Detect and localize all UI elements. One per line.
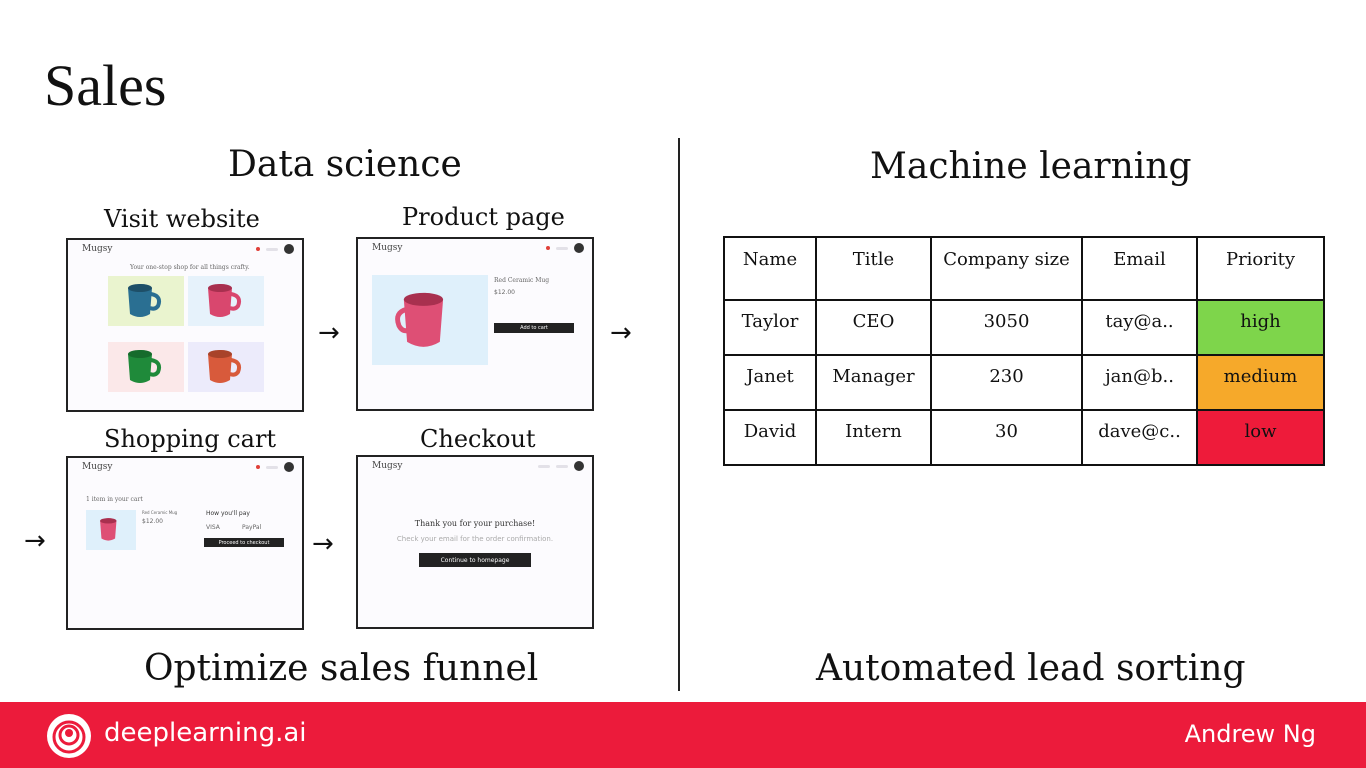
cart-item-name: Red Ceramic Mug [142,510,178,515]
mockup-nav [256,244,294,254]
product-image [372,275,488,365]
header-company-size: Company size [930,236,1083,301]
pay-option-paypal[interactable]: PayPal [242,524,261,531]
mockup-nav [256,462,294,472]
add-to-cart-button[interactable]: Add to cart [494,323,574,333]
product-name: Red Ceramic Mug [494,277,550,284]
continue-to-homepage-button[interactable]: Continue to homepage [419,553,531,567]
cell-email: tay@a.. [1081,299,1198,356]
cell-priority-medium: medium [1196,354,1325,411]
lead-table: Name Title Company size Email Priority T… [723,236,1325,466]
avatar-icon [284,244,294,254]
avatar-icon [284,462,294,472]
pink-mug-icon [100,518,117,541]
cell-company-size: 30 [930,409,1083,466]
cart-heading: 1 item in your cart [86,496,143,503]
product-tile [108,342,184,392]
pay-heading: How you'll pay [206,510,250,517]
product-page-screenshot: Mugsy Red Ceramic Mug $12.00 Add to cart [356,237,594,411]
green-mug-icon [128,350,162,383]
product-price: $12.00 [494,289,515,296]
product-tile [188,342,264,392]
cell-company-size: 230 [930,354,1083,411]
mugsy-logo: Mugsy [82,244,113,254]
step-label-checkout: Checkout [420,425,536,453]
visit-website-screenshot: Mugsy Your one-stop shop for all things … [66,238,304,412]
machine-learning-heading: Machine learning [870,146,1192,187]
product-tile [188,276,264,326]
slide-title: Sales [44,53,167,118]
orange-mug-icon [208,350,242,383]
table-header-row: Name Title Company size Email Priority [723,236,1325,301]
cell-title: Manager [815,354,932,411]
header-title: Title [815,236,932,301]
footer-brand: deeplearning.ai [104,718,307,748]
header-name: Name [723,236,817,301]
cell-title: CEO [815,299,932,356]
table-row: Janet Manager 230 jan@b.. medium [723,354,1325,411]
column-divider [678,138,680,691]
cart-item-price: $12.00 [142,518,163,525]
header-priority: Priority [1196,236,1325,301]
checkout-screenshot: Mugsy Thank you for your purchase! Check… [356,455,594,629]
table-row: David Intern 30 dave@c.. low [723,409,1325,466]
mockup-nav [546,243,584,253]
cell-company-size: 3050 [930,299,1083,356]
cell-name: Janet [723,354,817,411]
cell-email: jan@b.. [1081,354,1198,411]
pink-mug-icon [208,284,242,317]
footer-author: Andrew Ng [1184,720,1316,748]
cell-title: Intern [815,409,932,466]
data-science-caption: Optimize sales funnel [144,648,539,689]
shopping-cart-screenshot: Mugsy 1 item in your cart Red Ceramic Mu… [66,456,304,630]
cell-email: dave@c.. [1081,409,1198,466]
blue-mug-icon [126,284,162,317]
header-email: Email [1081,236,1198,301]
step-label-visit-website: Visit website [104,205,260,233]
mockup-nav [538,461,584,471]
arrow-right-icon: → [610,318,632,348]
proceed-to-checkout-button[interactable]: Proceed to checkout [204,538,284,547]
deeplearning-spiral-icon [47,714,91,758]
check-email-message: Check your email for the order confirmat… [396,535,554,543]
arrow-right-icon: → [312,529,334,559]
cart-item-image [86,510,136,550]
thank-you-message: Thank you for your purchase! [414,519,536,528]
data-science-heading: Data science [228,144,462,185]
machine-learning-caption: Automated lead sorting [816,648,1246,689]
cell-name: Taylor [723,299,817,356]
product-tile [108,276,184,326]
arrow-right-icon: → [318,318,340,348]
mugsy-logo: Mugsy [82,462,113,472]
cell-priority-high: high [1196,299,1325,356]
avatar-icon [574,243,584,253]
table-row: Taylor CEO 3050 tay@a.. high [723,299,1325,356]
mugsy-logo: Mugsy [372,243,403,253]
home-tagline: Your one-stop shop for all things crafty… [130,264,250,271]
cell-priority-low: low [1196,409,1325,466]
avatar-icon [574,461,584,471]
step-label-shopping-cart: Shopping cart [104,425,277,453]
footer-bar: deeplearning.ai Andrew Ng [0,702,1366,768]
pay-option-visa[interactable]: VISA [206,524,220,531]
arrow-right-icon: → [24,526,46,556]
cell-name: David [723,409,817,466]
step-label-product-page: Product page [402,203,565,231]
pink-mug-icon [395,292,444,347]
mugsy-logo: Mugsy [372,461,403,471]
